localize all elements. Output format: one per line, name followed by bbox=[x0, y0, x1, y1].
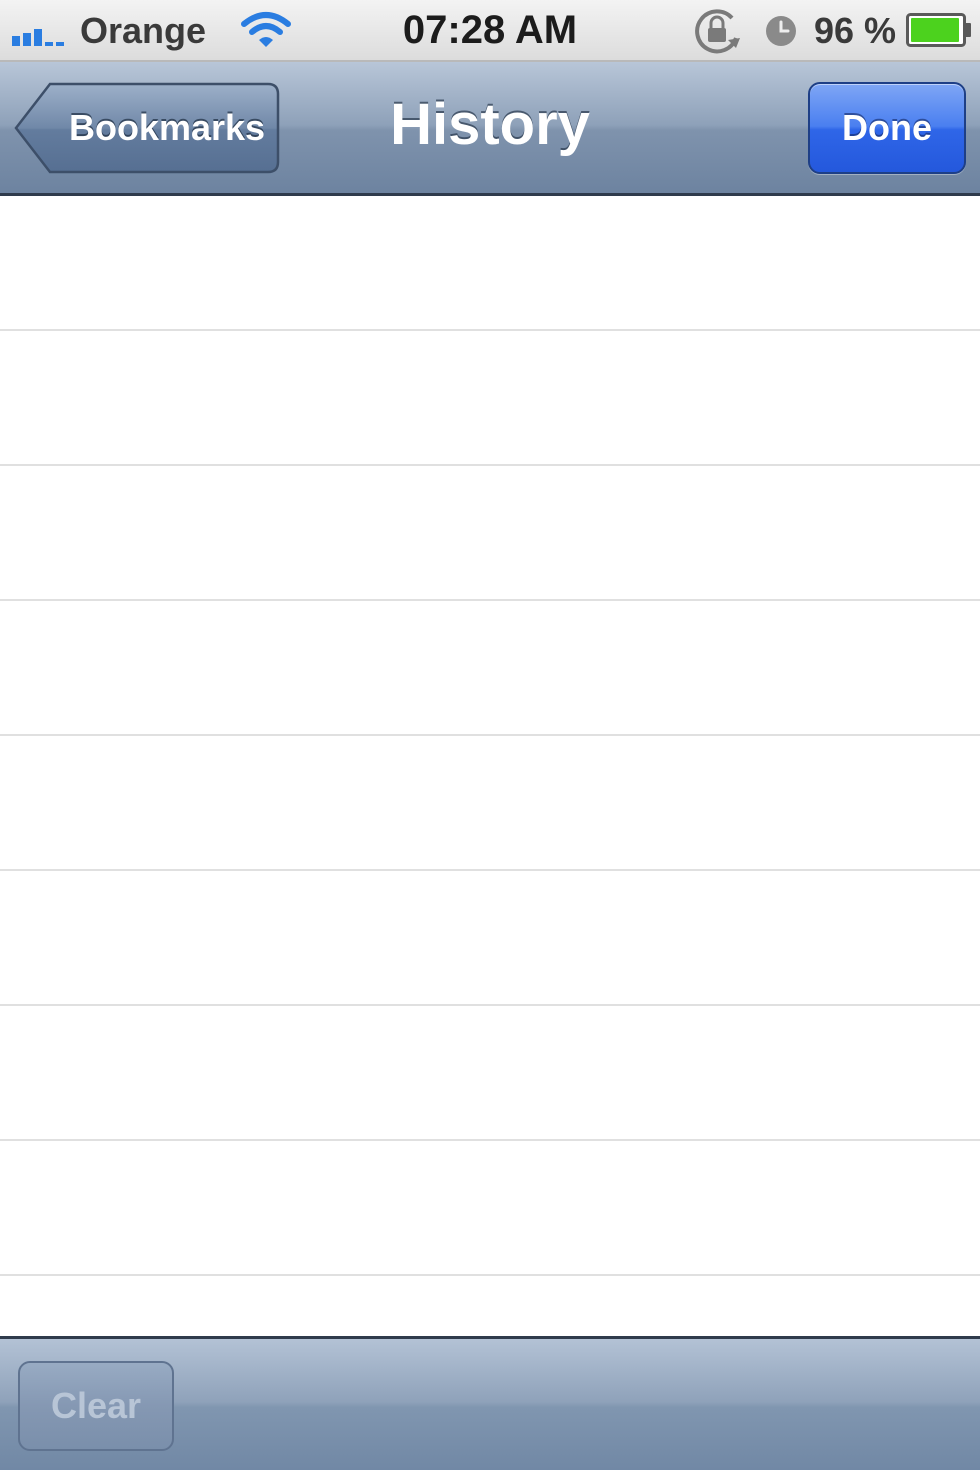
history-row[interactable] bbox=[0, 1141, 980, 1276]
history-row[interactable] bbox=[0, 601, 980, 736]
history-row[interactable] bbox=[0, 1006, 980, 1141]
history-row[interactable] bbox=[0, 196, 980, 331]
bottom-toolbar: Clear bbox=[0, 1336, 980, 1470]
history-row[interactable] bbox=[0, 736, 980, 871]
battery-icon bbox=[906, 13, 971, 47]
navigation-bar: Bookmarks History Done bbox=[0, 62, 980, 196]
status-bar: Orange 07:28 AM 96 % bbox=[0, 0, 980, 62]
rotation-lock-icon bbox=[695, 9, 740, 54]
battery-fill bbox=[911, 18, 959, 42]
battery-percentage: 96 % bbox=[814, 10, 897, 51]
history-row[interactable] bbox=[0, 466, 980, 601]
history-row[interactable] bbox=[0, 871, 980, 1006]
alarm-clock-icon bbox=[766, 16, 796, 46]
clear-history-button[interactable]: Clear bbox=[18, 1361, 174, 1451]
history-list[interactable] bbox=[0, 196, 980, 1411]
done-button[interactable]: Done bbox=[808, 82, 966, 174]
history-row[interactable] bbox=[0, 331, 980, 466]
